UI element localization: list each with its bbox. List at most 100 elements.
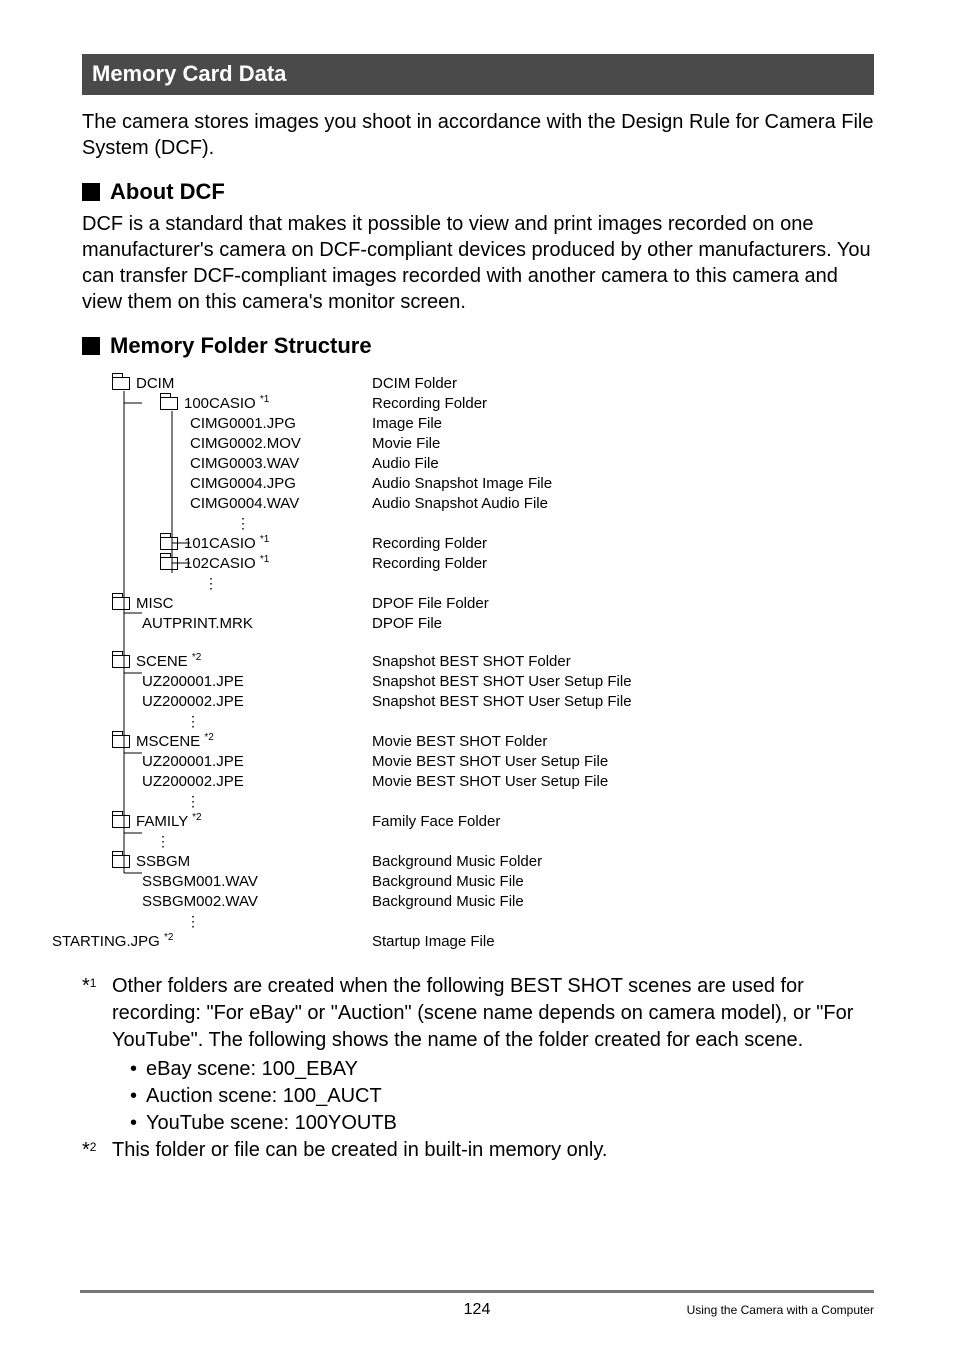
folder-icon	[160, 557, 178, 570]
bullet-text: YouTube scene: 100YOUTB	[146, 1110, 397, 1137]
tree-row: UZ200002.JPE Movie BEST SHOT User Setup …	[82, 771, 874, 791]
folder-icon	[112, 597, 130, 610]
node-name: CIMG0004.JPG	[190, 476, 340, 491]
node-desc: Background Music File	[372, 874, 524, 889]
intro-text: The camera stores images you shoot in ac…	[82, 109, 874, 161]
tree-spacer	[82, 633, 874, 651]
footnote-text: This folder or file can be created in bu…	[112, 1139, 607, 1161]
footnote-mark: *2	[82, 1137, 112, 1164]
tree-row: ⋮	[82, 513, 874, 533]
tree-row: FAMILY *2 Family Face Folder	[82, 811, 874, 831]
node-desc: Audio Snapshot Audio File	[372, 496, 548, 511]
page-footer: 124 Using the Camera with a Computer	[0, 1301, 954, 1319]
node-name: CIMG0003.WAV	[190, 456, 340, 471]
footnotes: *1 Other folders are created when the fo…	[82, 973, 874, 1164]
section-banner: Memory Card Data	[82, 54, 874, 95]
folder-icon	[160, 397, 178, 410]
node-desc: DPOF File Folder	[372, 596, 489, 611]
tree-row: ⋮	[82, 711, 874, 731]
vdots-icon: ⋮	[200, 576, 218, 590]
node-name: 100CASIO *1	[184, 395, 304, 411]
node-name: SCENE *2	[136, 653, 256, 669]
node-name: MISC	[136, 596, 256, 611]
node-name: STARTING.JPG *2	[52, 933, 252, 949]
page-number: 124	[464, 1301, 491, 1319]
vdots-icon: ⋮	[152, 834, 170, 848]
footnote-bullets: •eBay scene: 100_EBAY •Auction scene: 10…	[112, 1056, 874, 1137]
tree-row: SSBGM001.WAV Background Music File	[82, 871, 874, 891]
node-desc: Audio File	[372, 456, 439, 471]
tree-row: 101CASIO *1 Recording Folder	[82, 533, 874, 553]
tree-row: SCENE *2 Snapshot BEST SHOT Folder	[82, 651, 874, 671]
node-name: CIMG0004.WAV	[190, 496, 340, 511]
node-desc: Family Face Folder	[372, 814, 500, 829]
node-desc: Movie BEST SHOT Folder	[372, 734, 547, 749]
node-desc: Audio Snapshot Image File	[372, 476, 552, 491]
subhead-text: About DCF	[110, 179, 225, 205]
folder-icon	[160, 537, 178, 550]
tree-row: ⋮	[82, 831, 874, 851]
node-desc: Movie BEST SHOT User Setup File	[372, 754, 608, 769]
tree-row: ⋮	[82, 791, 874, 811]
subhead-text: Memory Folder Structure	[110, 333, 372, 359]
node-desc: Image File	[372, 416, 442, 431]
bullet-text: Auction scene: 100_AUCT	[146, 1083, 382, 1110]
tree-row: UZ200002.JPE Snapshot BEST SHOT User Set…	[82, 691, 874, 711]
node-desc: Background Music Folder	[372, 854, 542, 869]
footnote-1: *1 Other folders are created when the fo…	[82, 973, 874, 1137]
node-desc: Recording Folder	[372, 396, 487, 411]
folder-icon	[112, 377, 130, 390]
node-name: MSCENE *2	[136, 733, 256, 749]
tree-row: CIMG0001.JPG Image File	[82, 413, 874, 433]
folder-icon	[112, 655, 130, 668]
node-desc: Recording Folder	[372, 536, 487, 551]
tree-row: UZ200001.JPE Snapshot BEST SHOT User Set…	[82, 671, 874, 691]
footer-label: Using the Camera with a Computer	[687, 1303, 874, 1317]
tree-row: CIMG0004.JPG Audio Snapshot Image File	[82, 473, 874, 493]
footnote-text: Other folders are created when the follo…	[112, 975, 853, 1051]
node-desc: Recording Folder	[372, 556, 487, 571]
footnote-mark: *1	[82, 973, 112, 1137]
footnote-2: *2 This folder or file can be created in…	[82, 1137, 874, 1164]
node-desc: Movie BEST SHOT User Setup File	[372, 774, 608, 789]
node-name: DCIM	[136, 376, 256, 391]
node-desc: Snapshot BEST SHOT User Setup File	[372, 674, 632, 689]
node-desc: DCIM Folder	[372, 376, 457, 391]
folder-icon	[112, 815, 130, 828]
tree-row: AUTPRINT.MRK DPOF File	[82, 613, 874, 633]
tree-row: CIMG0002.MOV Movie File	[82, 433, 874, 453]
node-desc: Movie File	[372, 436, 440, 451]
node-name: UZ200002.JPE	[142, 694, 292, 709]
folder-icon	[112, 735, 130, 748]
node-desc: Startup Image File	[372, 934, 495, 949]
subhead-folder-structure: Memory Folder Structure	[82, 333, 874, 359]
vdots-icon: ⋮	[232, 516, 250, 530]
tree-row: MSCENE *2 Movie BEST SHOT Folder	[82, 731, 874, 751]
vdots-icon: ⋮	[182, 714, 200, 728]
node-desc: Background Music File	[372, 894, 524, 909]
node-name: SSBGM	[136, 854, 256, 869]
node-name: UZ200001.JPE	[142, 754, 292, 769]
square-bullet-icon	[82, 337, 100, 355]
tree-row: SSBGM Background Music Folder	[82, 851, 874, 871]
node-name: UZ200001.JPE	[142, 674, 292, 689]
node-name: FAMILY *2	[136, 813, 256, 829]
subhead-about-dcf: About DCF	[82, 179, 874, 205]
node-desc: DPOF File	[372, 616, 442, 631]
vdots-icon: ⋮	[182, 794, 200, 808]
footer-rule	[80, 1290, 874, 1293]
tree-row: ⋮	[82, 573, 874, 593]
tree-row: STARTING.JPG *2 Startup Image File	[52, 931, 874, 951]
tree-row: CIMG0004.WAV Audio Snapshot Audio File	[82, 493, 874, 513]
tree-row: MISC DPOF File Folder	[82, 593, 874, 613]
bullet-text: eBay scene: 100_EBAY	[146, 1056, 358, 1083]
vdots-icon: ⋮	[182, 914, 200, 928]
node-name: CIMG0001.JPG	[190, 416, 340, 431]
node-name: 102CASIO *1	[184, 555, 304, 571]
tree-row: 102CASIO *1 Recording Folder	[82, 553, 874, 573]
node-name: CIMG0002.MOV	[190, 436, 340, 451]
banner-title: Memory Card Data	[92, 61, 286, 86]
tree-row: ⋮	[82, 911, 874, 931]
folder-tree: DCIM DCIM Folder 100CASIO *1 Recording F…	[82, 373, 874, 951]
tree-row: UZ200001.JPE Movie BEST SHOT User Setup …	[82, 751, 874, 771]
